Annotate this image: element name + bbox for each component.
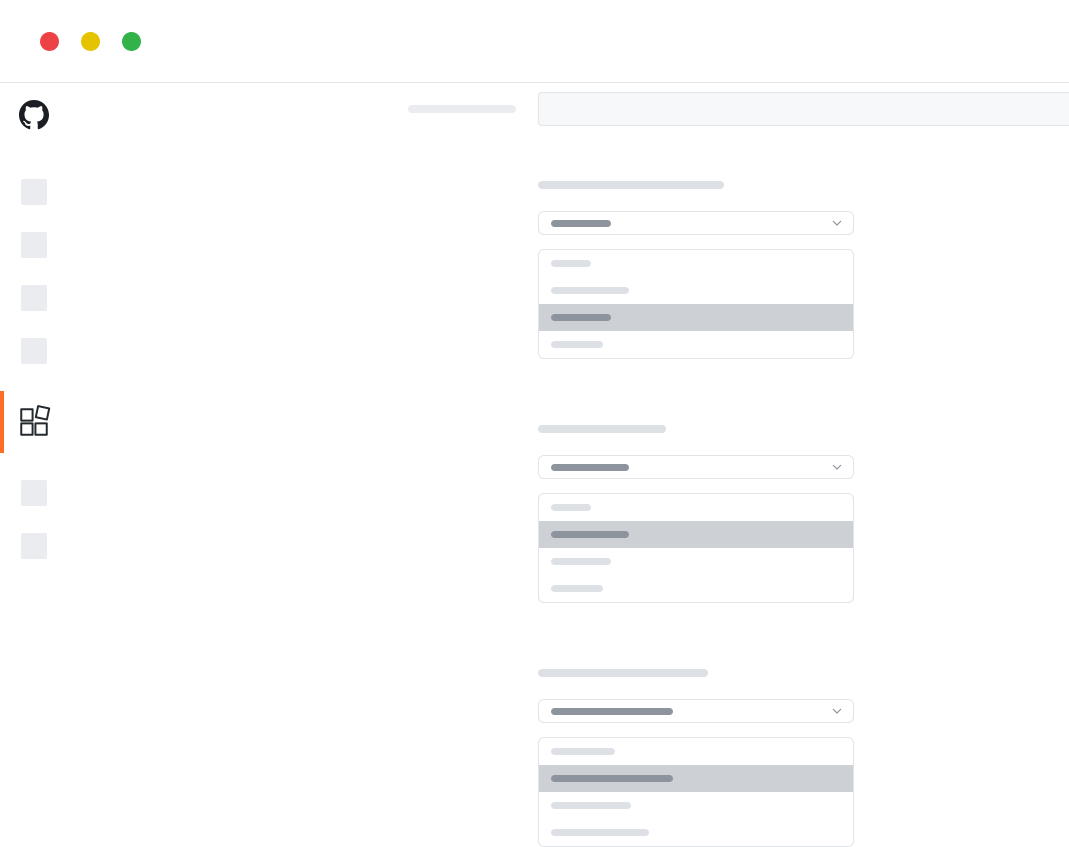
nav-item-7[interactable] [21,533,47,559]
option-label-skeleton [551,341,603,348]
list-item-selected[interactable] [539,521,853,548]
nav-item-3[interactable] [21,285,47,311]
section-1-listbox [538,249,854,359]
list-item-selected[interactable] [539,304,853,331]
section-header-skeleton [538,425,666,433]
list-item[interactable] [539,277,853,304]
option-label-skeleton [551,558,611,565]
chevron-down-icon [831,461,843,473]
option-label-skeleton [551,314,611,321]
list-item[interactable] [539,738,853,765]
github-logo[interactable] [19,100,49,130]
list-item[interactable] [539,792,853,819]
list-item[interactable] [539,548,853,575]
list-item[interactable] [539,250,853,277]
list-item[interactable] [539,494,853,521]
nav-item-1[interactable] [21,179,47,205]
nav-item-2[interactable] [21,232,47,258]
main-pane [68,83,1069,802]
sidebar [0,83,68,802]
section-3-listbox [538,737,854,847]
chevron-down-icon [831,705,843,717]
section-2-listbox [538,493,854,603]
section-1-dropdown[interactable] [538,211,854,235]
option-label-skeleton [551,531,629,538]
window-close-button[interactable] [40,32,59,51]
header-label-skeleton [408,105,516,113]
nav-item-4[interactable] [21,338,47,364]
settings-section-3 [538,669,1069,847]
list-item-selected[interactable] [539,765,853,792]
chevron-down-icon [831,217,843,229]
option-label-skeleton [551,829,649,836]
settings-section-2 [538,425,1069,603]
section-2-dropdown[interactable] [538,455,854,479]
section-3-dropdown[interactable] [538,699,854,723]
option-label-skeleton [551,504,591,511]
option-label-skeleton [551,585,603,592]
dropdown-value-skeleton [551,708,673,715]
window-titlebar [0,0,1069,83]
settings-section-1 [538,181,1069,359]
dropdown-value-skeleton [551,220,611,227]
window-minimize-button[interactable] [81,32,100,51]
list-item[interactable] [539,819,853,846]
list-item[interactable] [539,331,853,358]
nav-item-6[interactable] [21,480,47,506]
section-header-skeleton [538,181,724,189]
extensions-icon [17,405,51,439]
nav-item-extensions[interactable] [0,391,68,453]
window-maximize-button[interactable] [122,32,141,51]
option-label-skeleton [551,260,591,267]
option-label-skeleton [551,287,629,294]
traffic-lights [40,32,141,51]
option-label-skeleton [551,775,673,782]
option-label-skeleton [551,802,631,809]
option-label-skeleton [551,748,615,755]
section-header-skeleton [538,669,708,677]
dropdown-value-skeleton [551,464,629,471]
list-item[interactable] [539,575,853,602]
header-field[interactable] [538,92,1069,126]
